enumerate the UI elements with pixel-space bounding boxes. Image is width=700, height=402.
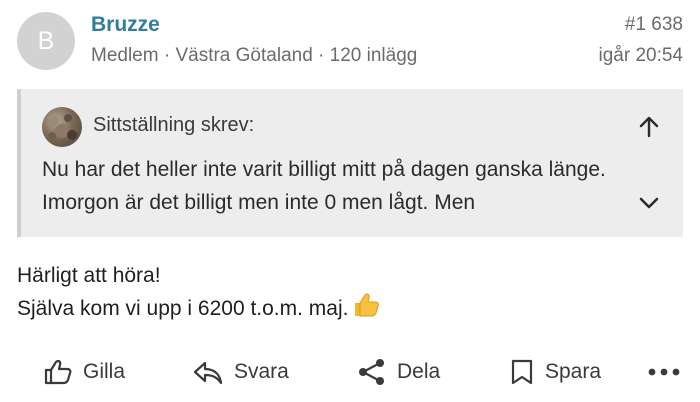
post-number[interactable]: #1 638 [625, 14, 683, 36]
share-icon [359, 359, 384, 385]
like-button[interactable]: Gilla [43, 350, 125, 394]
quote-author-line[interactable]: Sittställning skrev: [93, 114, 254, 137]
reply-arrow-icon [193, 361, 223, 385]
post-body-line: Själva kom vi upp i 6200 t.o.m. maj. [17, 297, 349, 320]
reply-label: Svara [234, 360, 289, 383]
quote-author-avatar [42, 107, 82, 147]
username-link[interactable]: Bruzze [91, 13, 160, 37]
arrow-up-icon[interactable] [635, 113, 663, 141]
post-body-line: Härligt att höra! [17, 264, 161, 287]
save-button[interactable]: Spara [509, 350, 601, 394]
thumbs-up-outline-icon [44, 359, 72, 385]
avatar-texture [48, 114, 77, 140]
quote-text: Nu har det heller inte varit billigt mit… [42, 158, 606, 214]
post-body-line-with-emoji: Själva kom vi upp i 6200 t.o.m. maj. [17, 292, 380, 325]
thumbs-up-emoji [355, 293, 380, 317]
post-timestamp: igår 20:54 [598, 45, 683, 66]
reply-button[interactable]: Svara [192, 350, 289, 394]
avatar[interactable]: B [17, 12, 75, 70]
quote-block[interactable]: Sittställning skrev: Nu har det heller i… [17, 89, 683, 237]
more-dots-icon [648, 368, 680, 376]
share-button[interactable]: Dela [357, 350, 440, 394]
avatar-initial: B [37, 26, 55, 55]
chevron-down-icon[interactable] [635, 189, 663, 217]
user-meta: Medlem · Västra Götaland · 120 inlägg [91, 45, 418, 66]
bookmark-icon [511, 359, 533, 385]
more-options-button[interactable] [647, 350, 691, 394]
like-label: Gilla [83, 360, 126, 383]
post-body: Härligt att höra! Själva kom vi upp i 62… [17, 260, 380, 325]
save-label: Spara [545, 360, 602, 383]
share-label: Dela [397, 360, 441, 383]
post-action-bar: Gilla Svara Dela Spara [0, 350, 700, 394]
